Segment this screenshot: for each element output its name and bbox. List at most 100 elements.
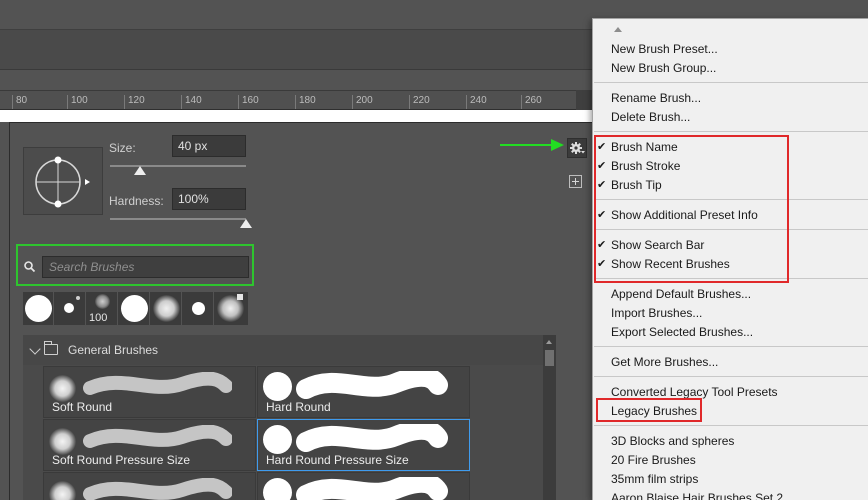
brush-tip-hard [263,478,292,500]
menu-item-get-more-brushes[interactable]: Get More Brushes... [611,355,718,369]
brush-tip-soft [49,375,76,402]
brush-stroke-preview [83,372,232,395]
brush-tip-hard [263,425,292,454]
ruler-tick-label: 180 [295,95,316,109]
brush-name: Hard Round [266,400,331,414]
menu-item-label: Export Selected Brushes... [611,325,754,339]
menu-item-20-fire-brushes[interactable]: 20 Fire Brushes [611,453,696,467]
brush-list-scrollbar[interactable] [543,335,556,500]
menu-separator [594,131,868,132]
ruler-tick-label: 100 [67,95,88,109]
brush-tip-soft [49,428,76,455]
search-icon [24,261,36,273]
brush-name: Hard Round Pressure Size [266,453,409,467]
menu-item-label: 3D Blocks and spheres [611,434,735,448]
recent-brush[interactable] [23,292,54,325]
menu-item-label: New Brush Group... [611,61,717,75]
brush-tile[interactable]: Soft Round Pressure Size [43,419,256,471]
hardness-field[interactable]: 100% [172,188,246,210]
brush-tile-selected[interactable]: Hard Round Pressure Size [257,419,470,471]
hardness-slider-track[interactable] [110,218,246,220]
menu-item-3d-blocks-and-spheres[interactable]: 3D Blocks and spheres [611,434,734,448]
recent-brush[interactable] [215,292,246,325]
menu-scroll-up-icon[interactable] [614,27,622,32]
menu-separator [594,82,868,83]
menu-item-rename-brush[interactable]: Rename Brush... [611,91,701,105]
hardness-label: Hardness: [109,194,164,208]
brush-panel-flyout-menu: New Brush Preset... New Brush Group... R… [592,18,868,500]
menu-item-label: Converted Legacy Tool Presets [611,385,778,399]
menu-item-label: Aaron Blaise Hair Brushes Set 2 [611,491,784,500]
brush-angle-preview[interactable] [23,147,103,215]
brush-panel-settings-button[interactable] [567,138,587,158]
horizontal-ruler: 80 100 120 140 160 180 200 220 240 260 [0,90,600,110]
brush-tile[interactable] [257,472,470,500]
menu-item-label: 35mm film strips [611,472,699,486]
size-label: Size: [109,141,136,155]
size-slider-track[interactable] [110,165,246,167]
ruler-tick-label: 220 [409,95,430,109]
red-highlight-box-legacy-brushes [596,398,702,422]
red-highlight-box-display-options [594,135,789,283]
brush-group-header[interactable]: General Brushes [23,335,543,365]
menu-item-label: Import Brushes... [611,306,703,320]
ruler-tick-label: 80 [12,95,27,109]
folder-icon [44,341,58,355]
brush-tile[interactable]: Soft Round [43,366,256,418]
menu-separator [594,376,868,377]
menu-item-35mm-film-strips[interactable]: 35mm film strips [611,472,698,486]
brush-tile[interactable] [43,472,256,500]
menu-item-label: Append Default Brushes... [611,287,752,301]
menu-item-label: Delete Brush... [611,110,691,124]
ruler-tick-label: 160 [238,95,259,109]
brush-group-name: General Brushes [68,343,159,357]
menu-item-delete-brush[interactable]: Delete Brush... [611,110,690,124]
menu-item-append-default-brushes[interactable]: Append Default Brushes... [611,287,751,301]
brush-stroke-preview [296,371,448,399]
gear-icon [570,142,585,154]
menu-item-converted-legacy-tool-presets[interactable]: Converted Legacy Tool Presets [611,385,778,399]
menu-item-label: New Brush Preset... [611,42,718,56]
menu-item-new-brush-group[interactable]: New Brush Group... [611,61,716,75]
recent-brush[interactable] [151,292,182,325]
create-new-preset-button[interactable] [569,175,582,188]
recent-brush[interactable] [183,292,214,325]
menu-item-label: Rename Brush... [611,91,702,105]
menu-item-new-brush-preset[interactable]: New Brush Preset... [611,42,718,56]
brush-name: Soft Round Pressure Size [52,453,191,467]
search-input[interactable]: Search Brushes [42,256,249,278]
brush-tip-soft [49,481,76,500]
brush-stroke-preview [296,477,448,500]
ruler-tick-label: 140 [181,95,202,109]
canvas-edge [0,110,600,122]
ruler-tick-label: 120 [124,95,145,109]
menu-item-import-brushes[interactable]: Import Brushes... [611,306,702,320]
brush-preset-list: General Brushes Soft Round Hard Round So… [23,335,556,500]
brush-stroke-preview [83,425,232,448]
recent-brush[interactable] [119,292,150,325]
recent-brush-size: 100 [89,312,108,324]
brush-name: Soft Round [52,400,113,414]
chevron-down-icon[interactable] [29,343,41,355]
brush-stroke-preview [296,424,448,452]
brush-tip-hard [263,372,292,401]
ruler-tick-label: 200 [352,95,373,109]
menu-item-aaron-blaise-hair-brushes[interactable]: Aaron Blaise Hair Brushes Set 2 [611,491,783,500]
scrollbar-thumb[interactable] [545,350,554,366]
menu-item-label: 20 Fire Brushes [611,453,696,467]
recent-brush[interactable]: 100 [87,292,118,325]
recent-brushes-strip: 100 [23,292,248,325]
search-highlight-box: Search Brushes [16,244,254,286]
menu-separator [594,425,868,426]
size-field[interactable]: 40 px [172,135,246,157]
menu-item-export-selected-brushes[interactable]: Export Selected Brushes... [611,325,753,339]
ruler-tick-label: 240 [466,95,487,109]
brush-preset-picker-panel: Size: 40 px Hardness: 100% Search Brushe… [9,122,601,500]
size-slider-thumb[interactable] [133,166,146,175]
menu-item-label: Get More Brushes... [611,355,719,369]
recent-brush[interactable] [55,292,86,325]
hardness-slider-thumb[interactable] [240,219,252,228]
brush-stroke-preview [83,478,232,500]
brush-tile[interactable]: Hard Round [257,366,470,418]
scroll-up-arrow-icon[interactable] [546,340,552,344]
